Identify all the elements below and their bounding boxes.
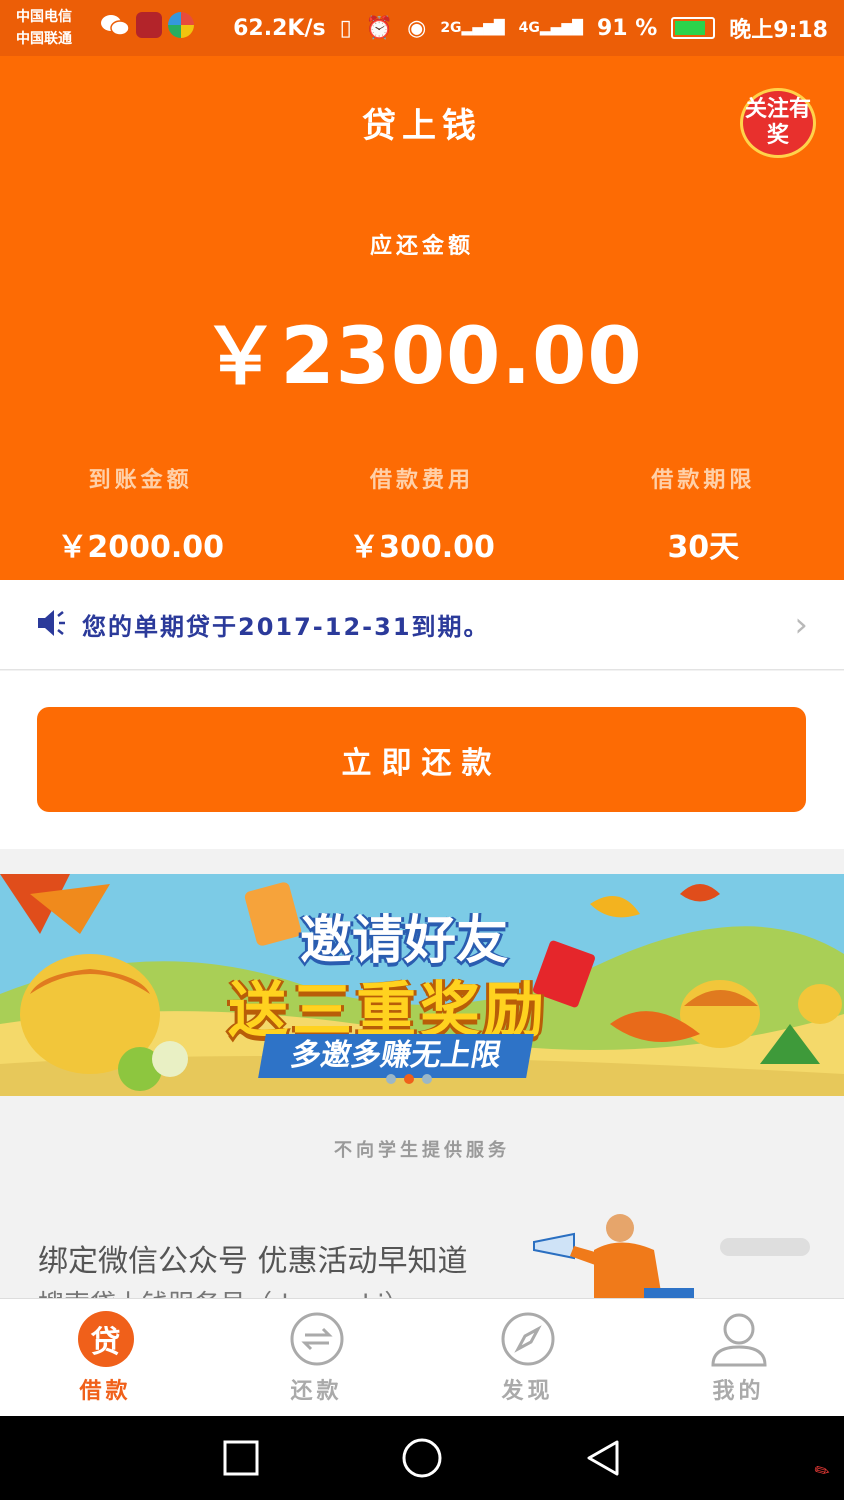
vibrate-icon: ▯ bbox=[339, 15, 352, 41]
loan-icon: 贷 bbox=[77, 1311, 134, 1367]
page-title: 贷上钱 bbox=[362, 106, 482, 146]
circle-icon bbox=[402, 1438, 442, 1478]
home-button[interactable] bbox=[400, 1436, 444, 1480]
tab-label: 借款 bbox=[79, 1379, 132, 1404]
repay-section: 立即还款 bbox=[0, 671, 844, 849]
speaker-icon bbox=[36, 608, 68, 642]
chevron-right-icon: › bbox=[794, 604, 808, 645]
carousel-dot[interactable] bbox=[386, 1074, 396, 1084]
stat-label: 借款费用 bbox=[369, 468, 474, 493]
loan-summary: 贷上钱 关注有奖 应还金额 ￥2300.00 到账金额 ￥2000.00 借款费… bbox=[0, 56, 844, 580]
notice-text: 您的单期贷于2017-12-31到期。 bbox=[82, 613, 490, 641]
tab-label: 我的 bbox=[712, 1379, 765, 1404]
tab-discover[interactable]: 发现 bbox=[422, 1299, 633, 1416]
due-amount-value: ￥2300.00 bbox=[201, 312, 643, 402]
wechat-card-title: 绑定微信公众号 优惠活动早知道 bbox=[38, 1244, 468, 1279]
compass-icon bbox=[500, 1311, 556, 1367]
back-button[interactable] bbox=[581, 1436, 625, 1480]
triangle-back-icon bbox=[587, 1440, 619, 1476]
banner-tagline: 多邀多赚无上限 bbox=[258, 1034, 534, 1078]
stat-label: 借款期限 bbox=[651, 468, 756, 493]
stat-loan-fee: 借款费用 ￥300.00 bbox=[281, 462, 562, 566]
carrier-info: 中国电信 中国联通 bbox=[16, 6, 92, 50]
recent-apps-button[interactable] bbox=[219, 1436, 263, 1480]
stat-value: ￥300.00 bbox=[349, 530, 495, 565]
cloud-decoration bbox=[720, 1238, 810, 1256]
signal-2g-icon: 2G▂▄▆█ bbox=[440, 20, 505, 36]
clock: 晚上9:18 bbox=[729, 18, 828, 43]
app-notification-icon bbox=[168, 12, 194, 38]
profile-icon bbox=[710, 1311, 767, 1367]
tab-profile[interactable]: 我的 bbox=[633, 1299, 844, 1416]
bottom-tab-bar: 贷 借款 还款 发现 我的 bbox=[0, 1298, 844, 1416]
loan-stats: 到账金额 ￥2000.00 借款费用 ￥300.00 借款期限 30天 bbox=[0, 462, 844, 566]
notification-icons bbox=[100, 12, 194, 44]
carousel-dot[interactable] bbox=[422, 1074, 432, 1084]
signal-4g-icon: 4G▂▄▆█ bbox=[518, 20, 583, 36]
square-icon bbox=[223, 1440, 259, 1476]
stat-value: ￥2000.00 bbox=[57, 530, 224, 565]
tab-label: 还款 bbox=[290, 1379, 343, 1404]
wechat-icon bbox=[100, 12, 130, 44]
wechat-card-subtitle: 搜索贷上钱服务号（daomuki） bbox=[38, 1284, 410, 1298]
carrier-1: 中国电信 bbox=[16, 9, 72, 25]
game-app-icon bbox=[136, 12, 162, 38]
system-nav-bar: ✎ bbox=[0, 1416, 844, 1500]
invite-friends-banner[interactable]: 邀请好友 送三重奖励 多邀多赚无上限 bbox=[0, 874, 844, 1096]
due-amount-label: 应还金额 bbox=[369, 234, 474, 259]
repay-now-button[interactable]: 立即还款 bbox=[37, 707, 806, 812]
alarm-icon: ⏰ bbox=[365, 15, 394, 41]
battery-percent: 91 % bbox=[596, 15, 658, 41]
carrier-2: 中国联通 bbox=[16, 31, 72, 47]
tab-label: 发现 bbox=[501, 1379, 554, 1404]
carousel-dot-active[interactable] bbox=[404, 1074, 414, 1084]
watermark-logo: ✎ bbox=[810, 1458, 835, 1485]
wechat-follow-card[interactable]: 绑定微信公众号 优惠活动早知道 搜索贷上钱服务号（daomuki） bbox=[0, 1200, 844, 1298]
stat-received-amount: 到账金额 ￥2000.00 bbox=[0, 462, 281, 566]
no-students-disclaimer: 不向学生提供服务 bbox=[334, 1140, 510, 1161]
stat-loan-term: 借款期限 30天 bbox=[563, 462, 844, 566]
follow-reward-badge[interactable]: 关注有奖 bbox=[740, 88, 816, 158]
status-bar: 中国电信 中国联通 62.2K/s ▯ ⏰ ◉ 2G▂▄▆█ 4G▂▄▆█ 91… bbox=[0, 0, 844, 56]
stat-value: 30天 bbox=[667, 530, 740, 565]
stat-label: 到账金额 bbox=[88, 468, 193, 493]
carousel-dots bbox=[386, 1074, 432, 1084]
network-speed: 62.2K/s bbox=[233, 15, 326, 41]
battery-icon bbox=[671, 17, 716, 39]
repay-icon bbox=[289, 1311, 345, 1367]
due-date-notice[interactable]: 您的单期贷于2017-12-31到期。 › bbox=[0, 580, 844, 670]
eye-icon: ◉ bbox=[407, 15, 427, 41]
tab-loan[interactable]: 贷 借款 bbox=[0, 1299, 211, 1416]
megaphone-man-illustration bbox=[533, 1214, 694, 1298]
tab-repay[interactable]: 还款 bbox=[211, 1299, 422, 1416]
